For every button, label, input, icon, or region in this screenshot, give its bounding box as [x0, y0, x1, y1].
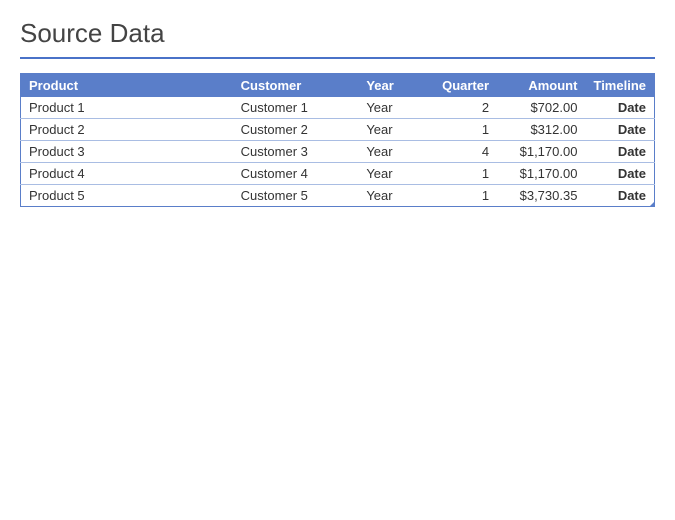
cell-quarter: 1	[421, 185, 497, 207]
header-year: Year	[358, 74, 421, 98]
cell-quarter: 4	[421, 141, 497, 163]
table-row: Product 4 Customer 4 Year 1 $1,170.00 Da…	[21, 163, 655, 185]
cell-timeline: Date	[585, 141, 654, 163]
title-divider	[20, 57, 655, 59]
cell-product: Product 1	[21, 97, 233, 119]
cell-timeline: Date	[585, 185, 654, 207]
cell-year: Year	[358, 97, 421, 119]
header-quarter: Quarter	[421, 74, 497, 98]
page-title: Source Data	[20, 18, 655, 49]
header-customer: Customer	[233, 74, 359, 98]
cell-year: Year	[358, 141, 421, 163]
header-amount: Amount	[497, 74, 585, 98]
cell-product: Product 3	[21, 141, 233, 163]
cell-quarter: 1	[421, 163, 497, 185]
cell-year: Year	[358, 163, 421, 185]
cell-customer: Customer 1	[233, 97, 359, 119]
cell-product: Product 5	[21, 185, 233, 207]
cell-amount: $1,170.00	[497, 141, 585, 163]
cell-product: Product 4	[21, 163, 233, 185]
header-timeline: Timeline	[585, 74, 654, 98]
cell-customer: Customer 3	[233, 141, 359, 163]
cell-amount: $702.00	[497, 97, 585, 119]
header-product: Product	[21, 74, 233, 98]
cell-customer: Customer 4	[233, 163, 359, 185]
cell-amount: $1,170.00	[497, 163, 585, 185]
cell-year: Year	[358, 119, 421, 141]
cell-amount: $312.00	[497, 119, 585, 141]
cell-product: Product 2	[21, 119, 233, 141]
cell-customer: Customer 2	[233, 119, 359, 141]
cell-timeline: Date	[585, 119, 654, 141]
cell-timeline: Date	[585, 97, 654, 119]
table-header-row: Product Customer Year Quarter Amount Tim…	[21, 74, 655, 98]
table-row: Product 2 Customer 2 Year 1 $312.00 Date	[21, 119, 655, 141]
cell-quarter: 2	[421, 97, 497, 119]
table-row: Product 1 Customer 1 Year 2 $702.00 Date	[21, 97, 655, 119]
table-row: Product 3 Customer 3 Year 4 $1,170.00 Da…	[21, 141, 655, 163]
cell-customer: Customer 5	[233, 185, 359, 207]
cell-timeline: Date	[585, 163, 654, 185]
table-body: Product 1 Customer 1 Year 2 $702.00 Date…	[21, 97, 655, 207]
cell-year: Year	[358, 185, 421, 207]
source-data-table: Product Customer Year Quarter Amount Tim…	[20, 73, 655, 207]
cell-quarter: 1	[421, 119, 497, 141]
cell-amount: $3,730.35	[497, 185, 585, 207]
table-row: Product 5 Customer 5 Year 1 $3,730.35 Da…	[21, 185, 655, 207]
